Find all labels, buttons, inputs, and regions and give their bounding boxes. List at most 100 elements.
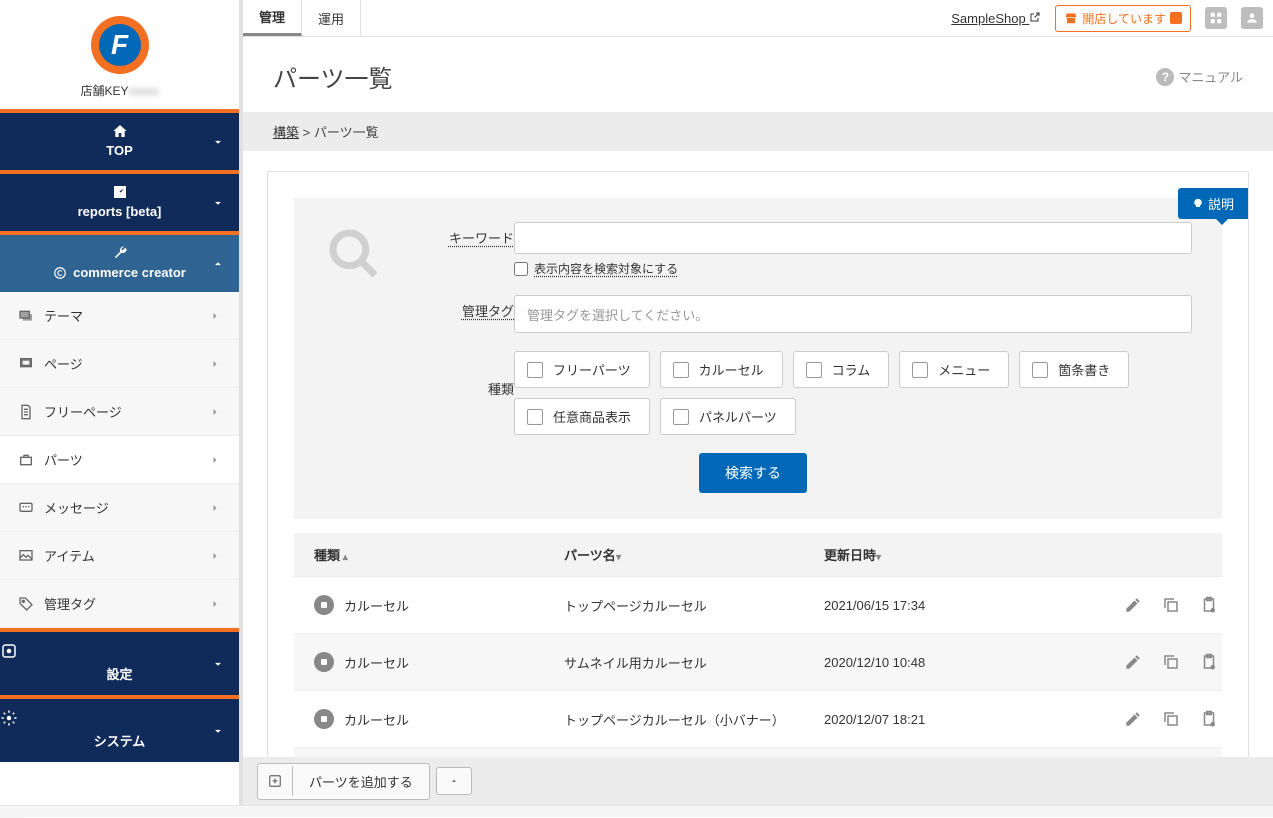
open-status-badge[interactable]: 開店しています	[1055, 5, 1191, 32]
chevron-down-icon	[211, 196, 225, 210]
search-icon-cell	[314, 222, 394, 282]
col-updated[interactable]: 更新日時	[824, 545, 1124, 564]
table-row[interactable]: カルーセル トップページカルーセル 2021/06/15 17:34	[294, 576, 1222, 633]
breadcrumb-root[interactable]: 構築	[273, 125, 299, 140]
col-name-label: パーツ名	[564, 548, 616, 563]
nav-top-label: TOP	[106, 143, 133, 158]
nav-sub-tag-label: 管理タグ	[44, 594, 96, 613]
copy-button[interactable]	[1162, 596, 1180, 614]
cc-badge-icon	[53, 266, 67, 280]
nav-sub-item[interactable]: アイテム	[0, 532, 239, 580]
checkbox-icon	[527, 409, 543, 425]
tag-select[interactable]: 管理タグを選択してください。	[514, 295, 1192, 333]
row-type: カルーセル	[344, 710, 409, 729]
page-header: パーツ一覧 ?マニュアル	[243, 37, 1273, 112]
wrench-icon	[111, 245, 129, 261]
nav-settings[interactable]: 設定	[0, 628, 239, 695]
logo-block: F	[0, 0, 239, 82]
add-parts-dropdown[interactable]	[436, 767, 472, 795]
type-chip-column[interactable]: コラム	[793, 351, 890, 388]
search-panel: キーワード 表示内容を検索対象にする 管理タグ 管理タグを選択してください。 種…	[294, 198, 1222, 519]
shop-key: 店舗KEYxxxxx	[0, 82, 239, 109]
explain-label: 説明	[1208, 194, 1234, 213]
nav-major: TOP reports [beta] commerce creator	[0, 109, 239, 292]
include-content-label[interactable]: 表示内容を検索対象にする	[534, 260, 678, 277]
tab-ops[interactable]: 運用	[302, 0, 361, 36]
add-parts-button[interactable]: パーツを追加する	[257, 763, 430, 800]
nav-settings-label: 設定	[106, 667, 132, 682]
type-chip-panel[interactable]: パネルパーツ	[660, 398, 796, 435]
col-type[interactable]: 種類	[314, 545, 564, 564]
include-content-checkbox[interactable]	[514, 262, 528, 276]
nav-sub-tag[interactable]: 管理タグ	[0, 580, 239, 628]
tag-icon	[18, 596, 34, 612]
external-link-icon	[1029, 11, 1041, 23]
chevron-right-icon	[209, 454, 221, 466]
clipboard-button[interactable]	[1200, 710, 1218, 728]
explain-toggle[interactable]: 説明	[1178, 188, 1248, 219]
type-chip-anyitem[interactable]: 任意商品表示	[514, 398, 650, 435]
row-name: サムネイル用カルーセル	[564, 653, 824, 672]
row-name: トップページカルーセル	[564, 596, 824, 615]
row-type: カルーセル	[344, 653, 409, 672]
breadcrumb: 構築 > パーツ一覧	[243, 112, 1273, 151]
checkbox-icon	[912, 362, 928, 378]
edit-button[interactable]	[1124, 596, 1142, 614]
page-title: パーツ一覧	[273, 59, 393, 94]
nav-top[interactable]: TOP	[0, 109, 239, 170]
chart-icon	[111, 184, 129, 200]
nav-reports[interactable]: reports [beta]	[0, 170, 239, 231]
page-icon	[18, 356, 34, 372]
table-header: 種類 パーツ名 更新日時	[294, 533, 1222, 576]
clipboard-button[interactable]	[1200, 653, 1218, 671]
checkbox-icon	[673, 409, 689, 425]
copy-button[interactable]	[1162, 653, 1180, 671]
type-chip-carousel-label: カルーセル	[699, 360, 764, 379]
nav-commerce-creator[interactable]: commerce creator	[0, 231, 239, 292]
edit-button[interactable]	[1124, 710, 1142, 728]
nav-sub-message[interactable]: メッセージ	[0, 484, 239, 532]
search-button[interactable]: 検索する	[699, 453, 807, 493]
keyword-input[interactable]	[514, 222, 1192, 254]
row-updated: 2020/12/10 10:48	[824, 655, 1124, 670]
tag-label: 管理タグ	[394, 295, 514, 320]
horizontal-scrollbar[interactable]	[0, 805, 1273, 817]
copy-button[interactable]	[1162, 710, 1180, 728]
edit-button[interactable]	[1124, 653, 1142, 671]
gear-icon	[0, 642, 239, 660]
store-icon	[1064, 11, 1078, 25]
shop-link[interactable]: SampleShop	[951, 11, 1041, 26]
sidebar: F 店舗KEYxxxxx TOP reports [beta]	[0, 0, 243, 805]
search-icon	[326, 226, 382, 282]
nav-system-label: システム	[94, 734, 146, 749]
table-row[interactable]: カルーセル サムネイル用カルーセル 2020/12/10 10:48	[294, 633, 1222, 690]
open-status-label: 開店しています	[1082, 10, 1166, 27]
shop-link-label: SampleShop	[951, 11, 1025, 26]
manual-link[interactable]: ?マニュアル	[1156, 67, 1243, 86]
type-chip-menu[interactable]: メニュー	[899, 351, 1009, 388]
type-label: 種類	[394, 351, 514, 398]
bottom-toolbar: パーツを追加する	[243, 757, 1273, 805]
col-name[interactable]: パーツ名	[564, 545, 824, 564]
nav-sub-page[interactable]: ページ	[0, 340, 239, 388]
tab-admin-label: 管理	[259, 7, 285, 26]
type-chip-bullet[interactable]: 箇条書き	[1019, 351, 1129, 388]
clipboard-button[interactable]	[1200, 596, 1218, 614]
nav-sub-parts[interactable]: パーツ	[0, 436, 239, 484]
table-row[interactable]: カルーセル トップページカルーセル（小バナー） 2020/12/07 18:21	[294, 690, 1222, 747]
apps-grid-button[interactable]	[1205, 7, 1227, 29]
image-icon	[18, 548, 34, 564]
nav-system[interactable]: システム	[0, 695, 239, 762]
topbar-right: SampleShop 開店しています	[951, 5, 1263, 32]
nav-sub-freepage-label: フリーページ	[44, 402, 122, 421]
type-chip-free-label: フリーパーツ	[553, 360, 631, 379]
nav-sub-freepage[interactable]: フリーページ	[0, 388, 239, 436]
type-chip-free[interactable]: フリーパーツ	[514, 351, 650, 388]
layers-icon	[18, 308, 34, 324]
col-updated-label: 更新日時	[824, 548, 876, 563]
tab-admin[interactable]: 管理	[243, 0, 302, 36]
type-chip-carousel[interactable]: カルーセル	[660, 351, 783, 388]
user-menu-button[interactable]	[1241, 7, 1263, 29]
nav-sub-theme[interactable]: テーマ	[0, 292, 239, 340]
tab-ops-label: 運用	[318, 9, 344, 28]
